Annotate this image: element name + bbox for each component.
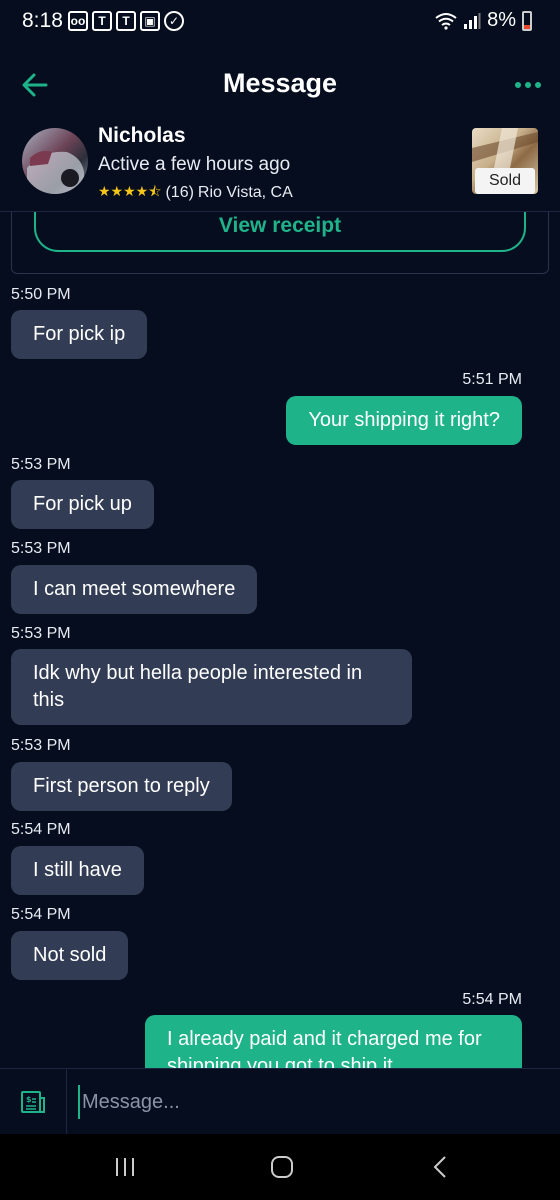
back-nav-button[interactable]: [420, 1152, 460, 1182]
item-thumbnail[interactable]: Sold: [472, 128, 538, 194]
seller-info: Nicholas Active a few hours ago ★★★★⯪ (1…: [0, 120, 560, 212]
transaction-card: View receipt: [11, 212, 549, 274]
battery-percent: 8%: [487, 9, 516, 31]
app-header: Message: [0, 58, 560, 112]
recent-apps-button[interactable]: [105, 1152, 145, 1182]
chevron-left-icon: [433, 1156, 446, 1178]
system-indicators: 8%: [435, 9, 532, 32]
message-timestamp: 5:54 PM: [11, 821, 71, 838]
star-rating-icon: ★★★★⯪: [98, 183, 162, 199]
home-icon: [271, 1156, 293, 1178]
message-timestamp: 5:53 PM: [11, 540, 71, 557]
message-timestamp: 5:53 PM: [11, 737, 71, 754]
voicemail-icon: oo: [68, 11, 88, 31]
receipt-icon: $: [21, 1091, 45, 1113]
incoming-message[interactable]: I still have: [11, 846, 144, 895]
svg-text:$: $: [26, 1095, 32, 1104]
message-thread[interactable]: 5:50 PM For pick ip 5:51 PM Your shippin…: [0, 280, 560, 1068]
carrier-icon: T: [116, 11, 136, 31]
notification-icons: oo T T ▣ ✓: [68, 11, 184, 31]
dot-icon: [525, 82, 531, 88]
incoming-message[interactable]: For pick ip: [11, 310, 148, 359]
check-icon: ✓: [164, 11, 184, 31]
dot-icon: [515, 82, 521, 88]
status-time: 8:18: [22, 9, 63, 32]
page-title: Message: [222, 68, 338, 98]
message-timestamp: 5:54 PM: [462, 991, 522, 1008]
message-composer: $: [0, 1068, 560, 1135]
message-timestamp: 5:51 PM: [462, 371, 522, 388]
status-bar: 8:18 oo T T ▣ ✓ 8%: [0, 0, 560, 46]
more-options-button[interactable]: [514, 72, 542, 98]
recent-apps-icon: [116, 1158, 134, 1176]
seller-location: Rio Vista, CA: [197, 184, 293, 201]
system-navigation-bar: [0, 1134, 560, 1200]
review-count: (16): [165, 184, 194, 201]
message-timestamp: 5:53 PM: [11, 625, 71, 642]
message-timestamp: 5:54 PM: [11, 906, 71, 923]
signal-icon: [464, 12, 481, 29]
attach-invoice-button[interactable]: $: [0, 1069, 67, 1135]
outgoing-message[interactable]: Your shipping it right?: [286, 396, 522, 445]
incoming-message[interactable]: Not sold: [11, 931, 129, 980]
home-button[interactable]: [262, 1152, 302, 1182]
message-timestamp: 5:53 PM: [11, 456, 71, 473]
image-icon: ▣: [140, 11, 160, 31]
incoming-message[interactable]: First person to reply: [11, 762, 232, 811]
incoming-message[interactable]: Idk why but hella people interested in t…: [11, 649, 412, 725]
wifi-icon: [435, 12, 457, 30]
dot-icon: [535, 82, 541, 88]
sold-badge: Sold: [475, 168, 535, 194]
view-receipt-button[interactable]: View receipt: [34, 212, 526, 252]
seller-avatar[interactable]: [22, 128, 88, 194]
message-input[interactable]: [78, 1085, 538, 1119]
message-timestamp: 5:50 PM: [11, 286, 71, 303]
outgoing-message[interactable]: I already paid and it charged me for shi…: [145, 1015, 522, 1068]
seller-rating: ★★★★⯪ (16) Rio Vista, CA: [98, 181, 293, 205]
incoming-message[interactable]: For pick up: [11, 480, 154, 529]
incoming-message[interactable]: I can meet somewhere: [11, 565, 258, 614]
seller-name[interactable]: Nicholas: [98, 124, 186, 148]
seller-activity-status: Active a few hours ago: [98, 154, 291, 175]
carrier-icon: T: [92, 11, 112, 31]
battery-icon: [522, 10, 532, 31]
